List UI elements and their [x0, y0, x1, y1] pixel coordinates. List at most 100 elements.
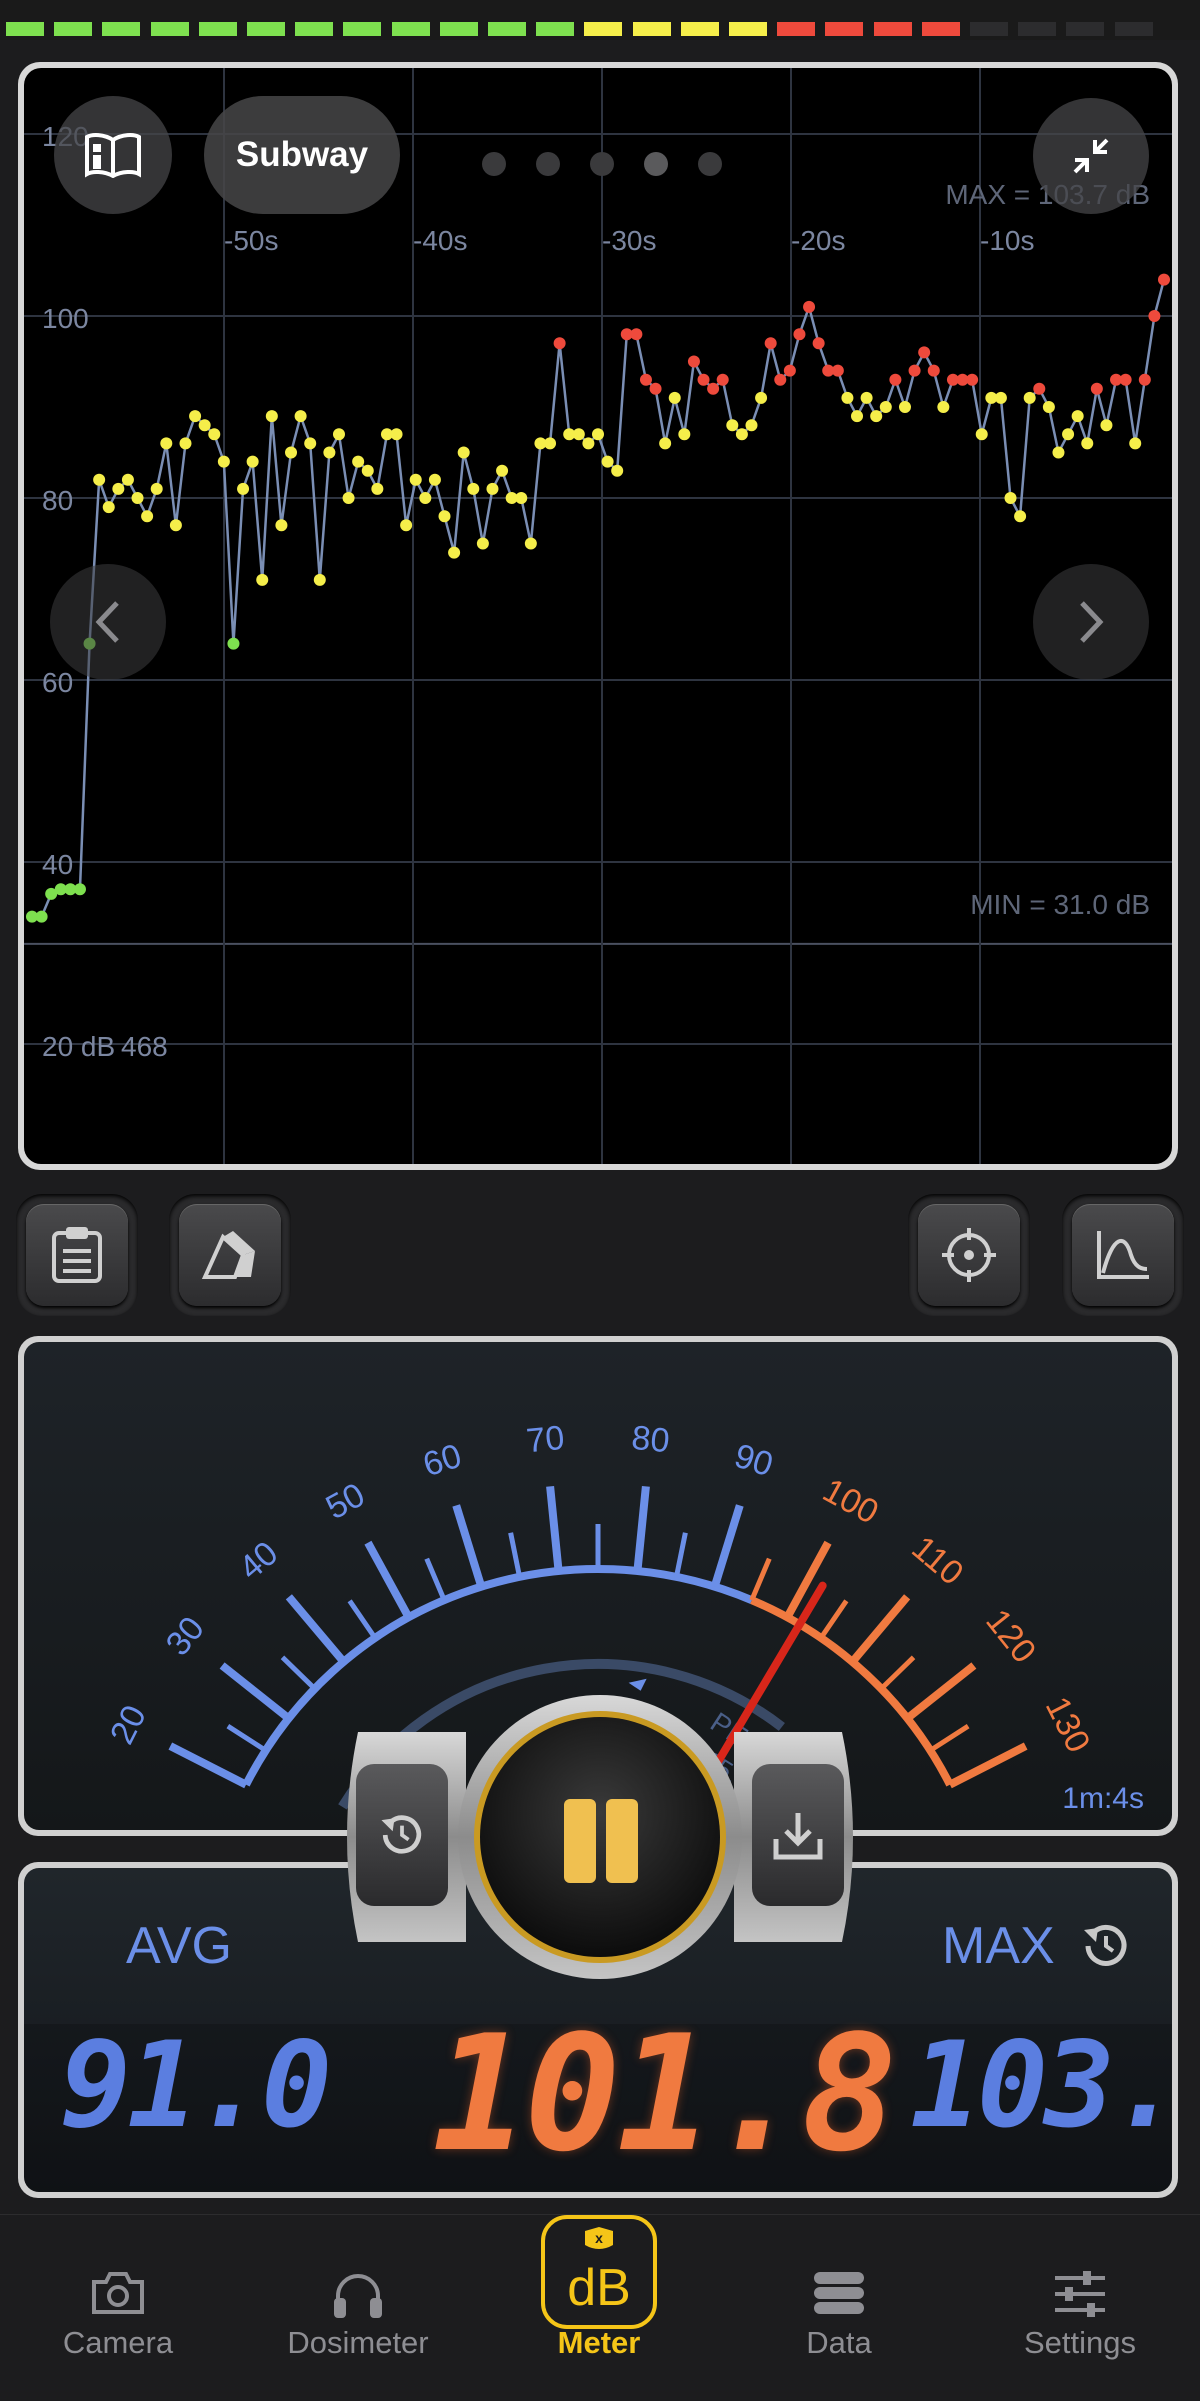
tab-data[interactable]: Data	[739, 2215, 939, 2401]
reset-max-button[interactable]	[1076, 1916, 1136, 1976]
data-point	[515, 492, 528, 504]
data-point	[831, 364, 844, 377]
level-segment	[680, 22, 719, 36]
scale-label: 80	[630, 1419, 671, 1461]
data-point	[755, 391, 768, 404]
data-point	[927, 364, 940, 377]
data-point	[1148, 310, 1161, 322]
data-point	[812, 337, 825, 350]
scale-tick	[904, 1662, 977, 1722]
data-point	[649, 382, 662, 395]
data-point	[217, 455, 230, 468]
min-annotation: MIN = 31.0 dB	[970, 889, 1150, 920]
data-point	[572, 428, 585, 441]
level-segment	[1066, 22, 1105, 36]
data-point	[1100, 419, 1113, 432]
data-point	[323, 446, 336, 459]
data-point	[352, 455, 365, 468]
avg-value: 91.0	[60, 2016, 332, 2154]
level-segment	[343, 22, 382, 36]
next-button[interactable]	[1033, 564, 1149, 680]
scale-tick	[226, 1724, 268, 1753]
data-point	[592, 428, 604, 441]
svg-text:dB: dB	[567, 2259, 631, 2317]
y-axis-label: 60	[42, 667, 73, 698]
scale-tick	[749, 1557, 772, 1602]
scale-tick	[219, 1662, 292, 1722]
save-button[interactable]	[752, 1764, 844, 1906]
data-point	[764, 337, 777, 350]
level-segment	[6, 22, 44, 36]
data-point	[313, 573, 326, 586]
max-value: 103.7	[910, 2016, 1172, 2154]
data-point	[179, 437, 192, 450]
data-point	[35, 910, 48, 923]
scale-tick	[364, 1540, 413, 1620]
data-point	[467, 482, 480, 495]
graph-mode-button[interactable]	[1072, 1204, 1174, 1306]
data-point	[304, 437, 317, 450]
pause-button[interactable]	[506, 1743, 694, 1931]
data-point	[448, 546, 461, 559]
data-point	[870, 410, 883, 423]
scale-tick	[280, 1655, 317, 1691]
page-dot-active	[644, 152, 668, 176]
previous-button[interactable]	[50, 564, 166, 680]
clear-button[interactable]	[179, 1204, 281, 1306]
page-dot	[698, 152, 722, 176]
level-segment	[295, 22, 334, 36]
data-point	[611, 464, 624, 477]
tab-settings[interactable]: Settings	[980, 2215, 1180, 2401]
data-point	[994, 391, 1007, 404]
data-point	[198, 419, 211, 432]
data-point	[102, 501, 115, 514]
level-segment	[391, 22, 430, 36]
page-dot	[590, 152, 614, 176]
db-meter-icon: x dB	[541, 2215, 657, 2329]
reset-icon	[1084, 1924, 1127, 1966]
scale-label: 130	[1038, 1691, 1098, 1759]
guide-button[interactable]	[54, 96, 172, 214]
tab-camera[interactable]: Camera	[18, 2215, 218, 2401]
series-line	[32, 279, 1166, 918]
level-segment	[1114, 22, 1153, 36]
tab-label: Camera	[62, 2325, 174, 2360]
data-point	[841, 391, 854, 404]
graph-mode-button-well	[1062, 1194, 1184, 1316]
tab-dosimeter[interactable]: Dosimeter	[258, 2215, 458, 2401]
data-point	[937, 401, 950, 413]
level-segment	[102, 22, 141, 36]
svg-text:x: x	[595, 2230, 603, 2246]
fullscreen-button[interactable]	[1033, 98, 1149, 214]
scale-label: 30	[159, 1610, 212, 1663]
tab-meter[interactable]: x dB Meter	[499, 2215, 699, 2401]
data-point	[294, 410, 307, 423]
scale-label: 110	[904, 1529, 970, 1593]
data-point	[265, 410, 278, 423]
reset-button[interactable]	[356, 1764, 448, 1906]
notes-button[interactable]	[26, 1204, 128, 1306]
data-point	[697, 373, 710, 386]
data-point	[639, 373, 652, 386]
data-point	[1042, 401, 1055, 413]
history-graph[interactable]: 12010080604020 dB468-50s-40s-30s-20s-10s…	[24, 68, 1172, 1164]
data-point	[169, 519, 182, 532]
data-point	[860, 391, 873, 404]
scale-tick	[424, 1557, 447, 1602]
location-label[interactable]: Subway	[204, 96, 400, 214]
page-dot	[536, 152, 560, 176]
data-point	[131, 492, 144, 504]
data-point	[851, 410, 864, 423]
data-point	[975, 428, 988, 441]
data-point	[208, 428, 221, 441]
elapsed-time: 1m:4s	[1062, 1782, 1144, 1815]
scale-tick	[849, 1594, 911, 1665]
camera-icon	[92, 2272, 144, 2314]
data-point	[745, 419, 758, 432]
calibrate-button[interactable]	[918, 1204, 1020, 1306]
y-axis-label: 80	[42, 485, 73, 516]
scale-label: 40	[232, 1534, 285, 1587]
data-point	[227, 637, 240, 650]
sliders-icon	[1055, 2271, 1105, 2317]
y-axis-label: 100	[42, 303, 89, 334]
